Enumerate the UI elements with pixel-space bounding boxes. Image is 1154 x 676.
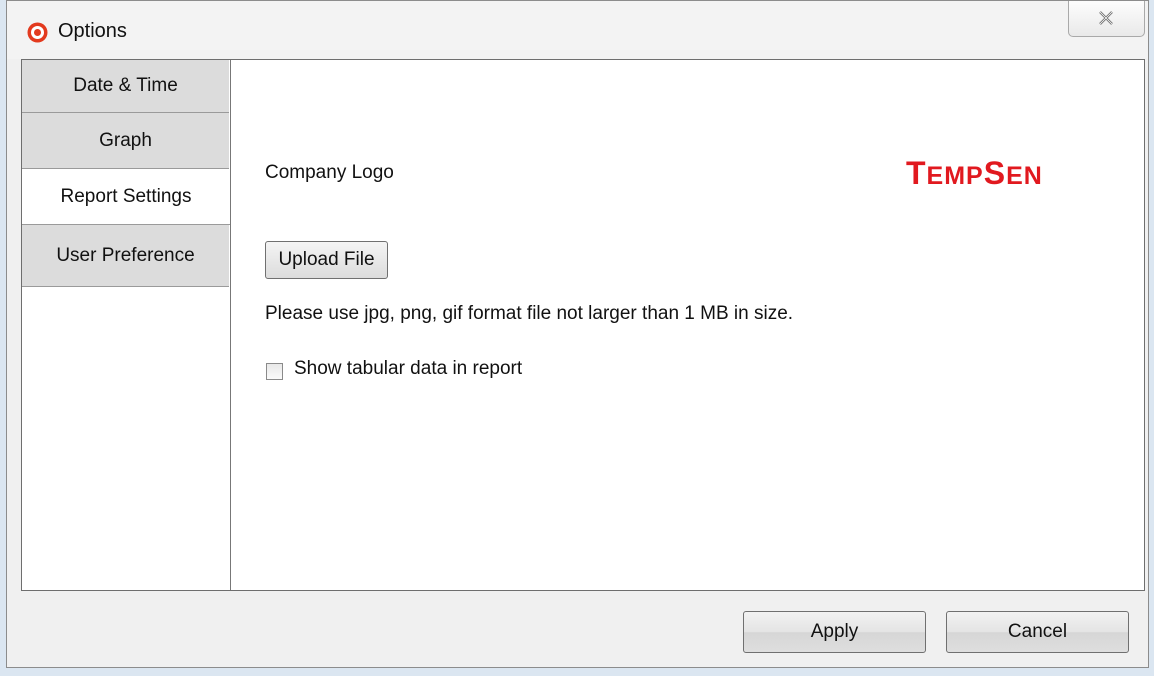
window-title: Options — [58, 20, 127, 42]
options-panel: Date & Time Graph Report Settings User P… — [21, 59, 1145, 591]
tab-date-time[interactable]: Date & Time — [22, 60, 229, 113]
upload-hint-text: Please use jpg, png, gif format file not… — [265, 303, 794, 324]
upload-file-button[interactable]: Upload File — [265, 241, 388, 279]
apply-button[interactable]: Apply — [743, 611, 926, 653]
close-icon — [1099, 11, 1113, 25]
close-button[interactable] — [1068, 1, 1145, 37]
company-logo-label: Company Logo — [265, 162, 394, 183]
company-logo-image: TEMPSEN — [906, 155, 1043, 191]
app-logo-icon — [27, 22, 48, 43]
cancel-button[interactable]: Cancel — [946, 611, 1129, 653]
show-tabular-data-checkbox[interactable] — [266, 363, 283, 380]
tab-user-preference[interactable]: User Preference — [22, 225, 229, 287]
tab-graph[interactable]: Graph — [22, 113, 229, 169]
report-settings-content: Company Logo TEMPSEN Upload File Please … — [231, 60, 1144, 590]
settings-sidebar: Date & Time Graph Report Settings User P… — [22, 60, 231, 590]
tab-report-settings[interactable]: Report Settings — [22, 169, 230, 225]
options-window: Options Date & Time Graph Report Setting… — [6, 0, 1149, 668]
show-tabular-data-label[interactable]: Show tabular data in report — [294, 358, 522, 380]
title-bar[interactable]: Options — [7, 1, 1148, 59]
